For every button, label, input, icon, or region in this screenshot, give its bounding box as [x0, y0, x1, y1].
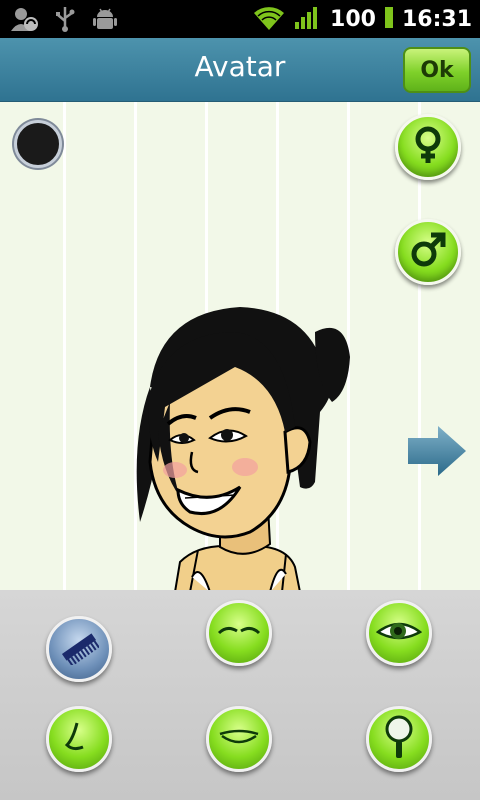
female-icon: [410, 125, 446, 169]
male-button[interactable]: [395, 219, 461, 285]
male-icon: [409, 231, 447, 273]
nose-tool-button[interactable]: [46, 706, 112, 772]
account-sync-icon: [10, 5, 40, 33]
battery-level: 100: [330, 6, 376, 32]
eyebrows-icon: [217, 619, 261, 647]
hair-tool-button[interactable]: [46, 616, 112, 682]
system-icons: 100 16:31: [252, 3, 472, 35]
status-bar: 100 16:31: [0, 0, 480, 38]
avatar-illustration: [110, 292, 360, 590]
eyebrows-tool-button[interactable]: [206, 600, 272, 666]
notification-icons: [10, 5, 120, 33]
eye-icon: [375, 616, 423, 650]
battery-icon: [384, 5, 394, 33]
mouth-icon: [216, 724, 262, 754]
ok-button[interactable]: Ok: [403, 47, 471, 93]
signal-icon: [294, 4, 322, 34]
nose-icon: [59, 719, 99, 759]
avatar-canvas: [0, 102, 480, 590]
mouth-tool-button[interactable]: [206, 706, 272, 772]
usb-icon: [50, 5, 80, 33]
color-swatch-button[interactable]: [14, 120, 62, 168]
title-bar: Avatar Ok: [0, 38, 480, 102]
mirror-icon: [382, 714, 416, 764]
wifi-icon: [252, 3, 286, 35]
arrow-right-icon[interactable]: [406, 424, 468, 482]
clock: 16:31: [401, 6, 472, 32]
accessory-tool-button[interactable]: [366, 706, 432, 772]
comb-icon: [59, 629, 100, 669]
android-debug-icon: [90, 5, 120, 33]
female-button[interactable]: [395, 114, 461, 180]
eyes-tool-button[interactable]: [366, 600, 432, 666]
feature-tool-panel: [0, 590, 480, 800]
background-stripe: [63, 102, 66, 590]
